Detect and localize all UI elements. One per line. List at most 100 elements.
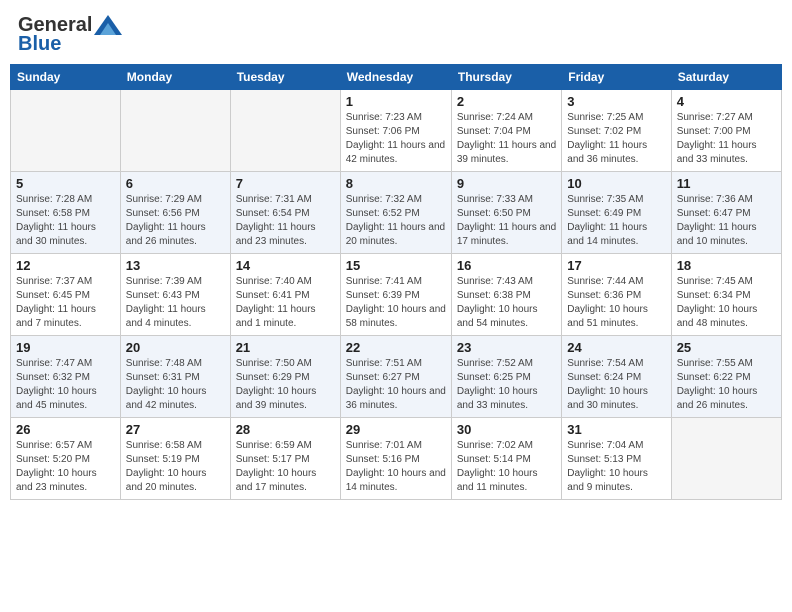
calendar-week-row: 19 Sunrise: 7:47 AM Sunset: 6:32 PM Dayli… bbox=[11, 336, 782, 418]
day-info: Sunrise: 7:54 AM Sunset: 6:24 PM Dayligh… bbox=[567, 357, 665, 413]
calendar-cell: 31 Sunrise: 7:04 AM Sunset: 5:13 PM Dayli… bbox=[562, 418, 671, 500]
calendar-cell bbox=[230, 90, 340, 172]
calendar-cell bbox=[671, 418, 781, 500]
day-info: Sunrise: 7:32 AM Sunset: 6:52 PM Dayligh… bbox=[346, 193, 446, 249]
calendar-cell: 21Sunrise: 7:50 AM Sunset: 6:29 PM Dayli… bbox=[230, 336, 340, 418]
day-info: Sunrise: 7:24 AM Sunset: 7:04 PM Dayligh… bbox=[457, 111, 556, 167]
calendar-cell: 24 Sunrise: 7:54 AM Sunset: 6:24 PM Dayli… bbox=[562, 336, 671, 418]
day-number: 2 bbox=[457, 94, 556, 109]
calendar-cell: 19 Sunrise: 7:47 AM Sunset: 6:32 PM Dayli… bbox=[11, 336, 121, 418]
day-info: Sunrise: 7:36 AM Sunset: 6:47 PM Dayligh… bbox=[677, 193, 776, 249]
page-header: General Blue bbox=[10, 10, 782, 56]
day-info: Sunrise: 7:04 AM Sunset: 5:13 PM Dayligh… bbox=[567, 439, 665, 495]
calendar-cell: 4 Sunrise: 7:27 AM Sunset: 7:00 PM Daylig… bbox=[671, 90, 781, 172]
logo-blue-text: Blue bbox=[18, 33, 61, 56]
logo-icon bbox=[94, 15, 122, 35]
calendar-cell: 8 Sunrise: 7:32 AM Sunset: 6:52 PM Daylig… bbox=[340, 172, 451, 254]
day-info: Sunrise: 7:51 AM Sunset: 6:27 PM Dayligh… bbox=[346, 357, 446, 413]
day-info: Sunrise: 7:39 AM Sunset: 6:43 PM Dayligh… bbox=[126, 275, 225, 331]
calendar-week-row: 12 Sunrise: 7:37 AM Sunset: 6:45 PM Dayli… bbox=[11, 254, 782, 336]
day-number: 4 bbox=[677, 94, 776, 109]
day-number: 5 bbox=[16, 176, 115, 191]
day-number: 14 bbox=[236, 258, 335, 273]
day-info: Sunrise: 7:33 AM Sunset: 6:50 PM Dayligh… bbox=[457, 193, 556, 249]
calendar-cell: 30 Sunrise: 7:02 AM Sunset: 5:14 PM Dayli… bbox=[451, 418, 561, 500]
calendar-cell: 15 Sunrise: 7:41 AM Sunset: 6:39 PM Dayli… bbox=[340, 254, 451, 336]
day-number: 27 bbox=[126, 422, 225, 437]
day-info: Sunrise: 7:35 AM Sunset: 6:49 PM Dayligh… bbox=[567, 193, 665, 249]
day-number: 6 bbox=[126, 176, 225, 191]
calendar-cell: 12 Sunrise: 7:37 AM Sunset: 6:45 PM Dayli… bbox=[11, 254, 121, 336]
day-number: 11 bbox=[677, 176, 776, 191]
calendar-week-row: 26Sunrise: 6:57 AM Sunset: 5:20 PM Dayli… bbox=[11, 418, 782, 500]
day-number: 30 bbox=[457, 422, 556, 437]
calendar-cell: 3 Sunrise: 7:25 AM Sunset: 7:02 PM Daylig… bbox=[562, 90, 671, 172]
day-info: Sunrise: 7:44 AM Sunset: 6:36 PM Dayligh… bbox=[567, 275, 665, 331]
day-number: 8 bbox=[346, 176, 446, 191]
calendar-cell: 10 Sunrise: 7:35 AM Sunset: 6:49 PM Dayli… bbox=[562, 172, 671, 254]
calendar-header-row: SundayMondayTuesdayWednesdayThursdayFrid… bbox=[11, 65, 782, 90]
day-number: 19 bbox=[16, 340, 115, 355]
day-info: Sunrise: 7:27 AM Sunset: 7:00 PM Dayligh… bbox=[677, 111, 776, 167]
day-number: 23 bbox=[457, 340, 556, 355]
day-number: 12 bbox=[16, 258, 115, 273]
day-info: Sunrise: 7:40 AM Sunset: 6:41 PM Dayligh… bbox=[236, 275, 335, 331]
day-info: Sunrise: 7:28 AM Sunset: 6:58 PM Dayligh… bbox=[16, 193, 115, 249]
calendar-cell: 23 Sunrise: 7:52 AM Sunset: 6:25 PM Dayli… bbox=[451, 336, 561, 418]
calendar-cell: 29Sunrise: 7:01 AM Sunset: 5:16 PM Dayli… bbox=[340, 418, 451, 500]
calendar-cell: 1Sunrise: 7:23 AM Sunset: 7:06 PM Daylig… bbox=[340, 90, 451, 172]
day-number: 21 bbox=[236, 340, 335, 355]
calendar-cell bbox=[120, 90, 230, 172]
day-info: Sunrise: 7:55 AM Sunset: 6:22 PM Dayligh… bbox=[677, 357, 776, 413]
day-number: 25 bbox=[677, 340, 776, 355]
day-info: Sunrise: 6:58 AM Sunset: 5:19 PM Dayligh… bbox=[126, 439, 225, 495]
calendar-cell: 26Sunrise: 6:57 AM Sunset: 5:20 PM Dayli… bbox=[11, 418, 121, 500]
day-info: Sunrise: 7:29 AM Sunset: 6:56 PM Dayligh… bbox=[126, 193, 225, 249]
day-info: Sunrise: 7:47 AM Sunset: 6:32 PM Dayligh… bbox=[16, 357, 115, 413]
calendar-week-row: 5 Sunrise: 7:28 AM Sunset: 6:58 PM Daylig… bbox=[11, 172, 782, 254]
calendar-cell: 13 Sunrise: 7:39 AM Sunset: 6:43 PM Dayli… bbox=[120, 254, 230, 336]
calendar-cell: 2 Sunrise: 7:24 AM Sunset: 7:04 PM Daylig… bbox=[451, 90, 561, 172]
day-number: 16 bbox=[457, 258, 556, 273]
calendar-cell: 20 Sunrise: 7:48 AM Sunset: 6:31 PM Dayli… bbox=[120, 336, 230, 418]
day-header-tuesday: Tuesday bbox=[230, 65, 340, 90]
day-header-wednesday: Wednesday bbox=[340, 65, 451, 90]
day-number: 1 bbox=[346, 94, 446, 109]
day-info: Sunrise: 7:52 AM Sunset: 6:25 PM Dayligh… bbox=[457, 357, 556, 413]
day-number: 18 bbox=[677, 258, 776, 273]
calendar-cell: 14 Sunrise: 7:40 AM Sunset: 6:41 PM Dayli… bbox=[230, 254, 340, 336]
day-number: 10 bbox=[567, 176, 665, 191]
calendar-cell: 5 Sunrise: 7:28 AM Sunset: 6:58 PM Daylig… bbox=[11, 172, 121, 254]
day-number: 31 bbox=[567, 422, 665, 437]
calendar-cell: 18Sunrise: 7:45 AM Sunset: 6:34 PM Dayli… bbox=[671, 254, 781, 336]
day-info: Sunrise: 7:25 AM Sunset: 7:02 PM Dayligh… bbox=[567, 111, 665, 167]
day-number: 3 bbox=[567, 94, 665, 109]
calendar-cell: 25 Sunrise: 7:55 AM Sunset: 6:22 PM Dayli… bbox=[671, 336, 781, 418]
calendar-cell: 22 Sunrise: 7:51 AM Sunset: 6:27 PM Dayli… bbox=[340, 336, 451, 418]
day-header-monday: Monday bbox=[120, 65, 230, 90]
calendar-cell: 27 Sunrise: 6:58 AM Sunset: 5:19 PM Dayli… bbox=[120, 418, 230, 500]
day-number: 20 bbox=[126, 340, 225, 355]
day-number: 15 bbox=[346, 258, 446, 273]
day-info: Sunrise: 7:02 AM Sunset: 5:14 PM Dayligh… bbox=[457, 439, 556, 495]
calendar-cell: 28Sunrise: 6:59 AM Sunset: 5:17 PM Dayli… bbox=[230, 418, 340, 500]
calendar-cell: 16 Sunrise: 7:43 AM Sunset: 6:38 PM Dayli… bbox=[451, 254, 561, 336]
day-number: 24 bbox=[567, 340, 665, 355]
day-number: 13 bbox=[126, 258, 225, 273]
day-info: Sunrise: 7:41 AM Sunset: 6:39 PM Dayligh… bbox=[346, 275, 446, 331]
calendar-cell: 11 Sunrise: 7:36 AM Sunset: 6:47 PM Dayli… bbox=[671, 172, 781, 254]
day-number: 22 bbox=[346, 340, 446, 355]
logo: General Blue bbox=[18, 14, 122, 56]
calendar-cell: 7Sunrise: 7:31 AM Sunset: 6:54 PM Daylig… bbox=[230, 172, 340, 254]
day-number: 9 bbox=[457, 176, 556, 191]
day-number: 17 bbox=[567, 258, 665, 273]
day-info: Sunrise: 7:37 AM Sunset: 6:45 PM Dayligh… bbox=[16, 275, 115, 331]
day-header-friday: Friday bbox=[562, 65, 671, 90]
day-info: Sunrise: 6:59 AM Sunset: 5:17 PM Dayligh… bbox=[236, 439, 335, 495]
calendar-cell bbox=[11, 90, 121, 172]
day-info: Sunrise: 7:48 AM Sunset: 6:31 PM Dayligh… bbox=[126, 357, 225, 413]
calendar-week-row: 1Sunrise: 7:23 AM Sunset: 7:06 PM Daylig… bbox=[11, 90, 782, 172]
day-header-sunday: Sunday bbox=[11, 65, 121, 90]
day-info: Sunrise: 7:43 AM Sunset: 6:38 PM Dayligh… bbox=[457, 275, 556, 331]
day-header-saturday: Saturday bbox=[671, 65, 781, 90]
